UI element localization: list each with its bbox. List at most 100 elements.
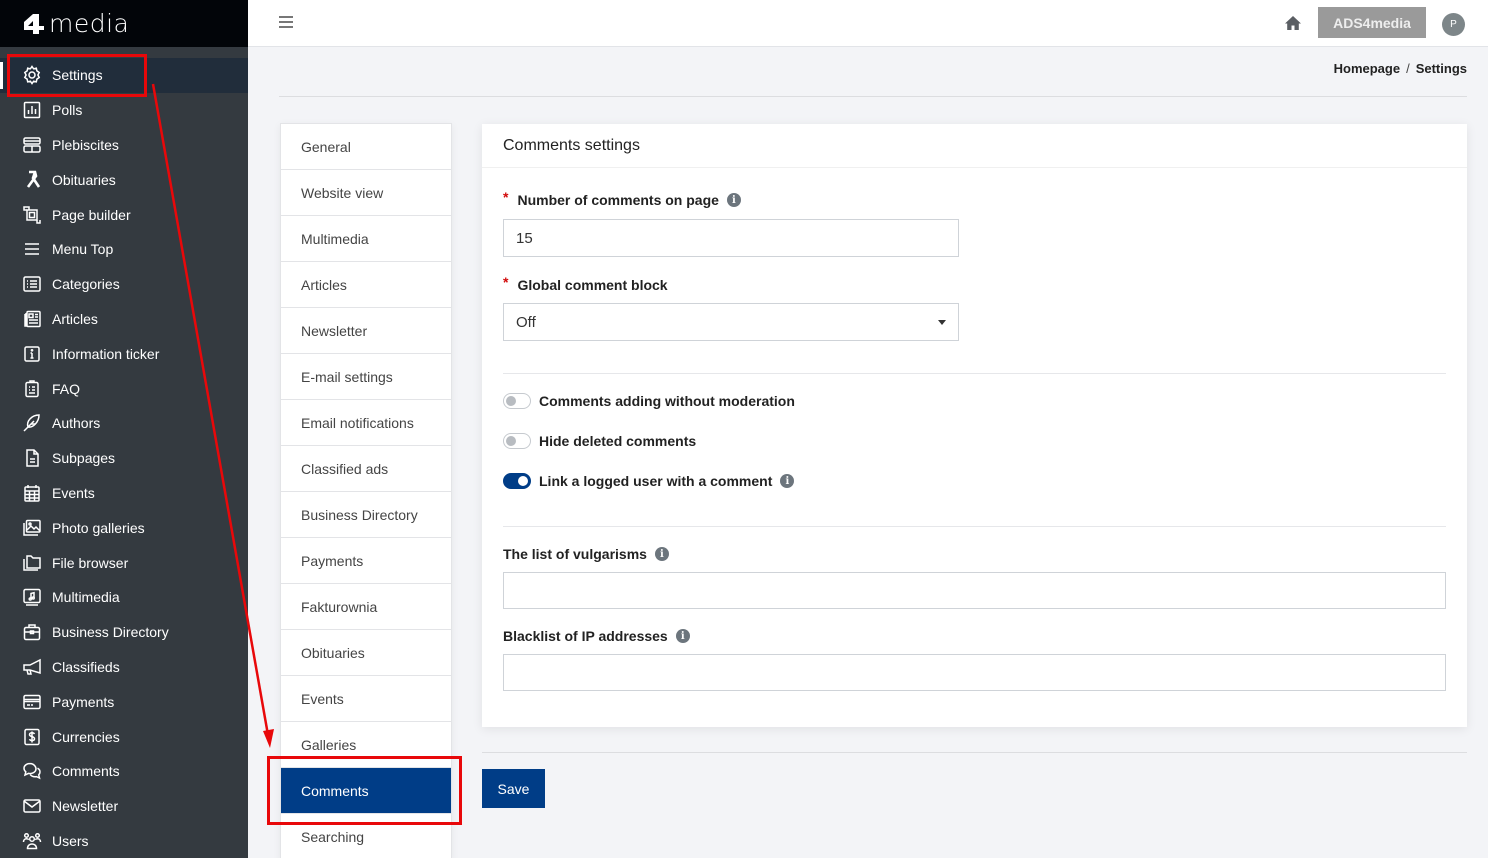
label-text: The list of vulgarisms [503,546,647,562]
sidebar-item-page-builder[interactable]: Page builder [0,197,248,232]
sidebar-item-label: File browser [52,554,129,571]
tab-multimedia[interactable]: Multimedia [281,216,451,262]
sidebar-item-label: Plebiscites [52,136,119,153]
save-button[interactable]: Save [482,769,545,808]
credit-card-icon [22,692,42,712]
info-icon[interactable]: i [780,474,795,488]
brand-button[interactable]: ADS4media [1318,7,1426,38]
folders-icon [22,553,42,573]
divider [482,752,1467,753]
poll-chart-icon [22,100,42,120]
envelope-icon [22,796,42,816]
home-icon[interactable] [1284,14,1302,32]
sidebar-item-authors[interactable]: Authors [0,406,248,441]
tab-classified-ads[interactable]: Classified ads [281,446,451,492]
vulgarisms-input[interactable] [503,572,1446,609]
hamburger-menu-icon[interactable] [279,16,293,28]
hide-deleted-toggle[interactable] [503,433,531,449]
tab-galleries[interactable]: Galleries [281,722,451,768]
ip-blacklist-label: Blacklist of IP addresses i [503,628,690,644]
gear-icon [22,65,42,86]
sidebar-item-plebiscites[interactable]: Plebiscites [0,128,248,163]
label-text: Blacklist of IP addresses [503,628,668,644]
sidebar-item-label: Newsletter [52,798,119,815]
sidebar-item-photo-galleries[interactable]: Photo galleries [0,510,248,545]
tab-newsletter[interactable]: Newsletter [281,308,451,354]
label-text: Global comment block [517,277,668,293]
sidebar-item-business-directory[interactable]: Business Directory [0,615,248,650]
info-icon[interactable]: i [726,193,741,207]
tab-business-directory[interactable]: Business Directory [281,492,451,538]
music-monitor-icon [22,587,42,607]
divider [279,96,1467,97]
page-builder-icon [22,205,42,225]
toggle-label: Link a logged user with a comment [539,473,773,489]
sidebar-item-obituaries[interactable]: Obituaries [0,162,248,197]
avatar[interactable]: P [1442,13,1465,36]
required-marker: * [503,274,509,290]
link-user-toggle[interactable] [503,473,531,489]
ip-blacklist-input[interactable] [503,654,1446,691]
divider [503,373,1446,374]
sidebar-item-label: Menu Top [52,241,114,258]
sidebar-item-faq[interactable]: FAQ [0,371,248,406]
vulgarisms-label: The list of vulgarisms i [503,546,669,562]
sidebar-item-settings[interactable]: Settings [0,58,248,93]
calendar-icon [22,483,42,503]
sidebar-item-label: Multimedia [52,589,120,606]
feather-icon [22,413,42,433]
megaphone-icon [22,657,42,677]
sidebar-item-events[interactable]: Events [0,476,248,511]
tab-articles[interactable]: Articles [281,262,451,308]
global-comment-block-select[interactable]: Off [503,303,959,341]
sidebar: media Settings Polls Plebiscites Obituar… [0,0,248,858]
briefcase-icon [22,622,42,642]
toggle-label: Hide deleted comments [539,433,697,449]
sidebar-item-newsletter[interactable]: Newsletter [0,789,248,824]
comments-settings-card: Comments settings * Number of comments o… [482,124,1467,727]
tab-email-notifications[interactable]: Email notifications [281,400,451,446]
sidebar-item-payments[interactable]: Payments [0,684,248,719]
caret-down-icon [938,320,946,325]
sidebar-item-subpages[interactable]: Subpages [0,441,248,476]
sidebar-item-polls[interactable]: Polls [0,93,248,128]
sidebar-item-articles[interactable]: Articles [0,302,248,337]
sidebar-item-currencies[interactable]: Currencies [0,719,248,754]
plebiscite-icon [22,135,42,155]
breadcrumb-homepage-link[interactable]: Homepage [1334,61,1400,76]
logo[interactable]: media [0,0,248,47]
sidebar-item-comments[interactable]: Comments [0,754,248,789]
sidebar-item-categories[interactable]: Categories [0,267,248,302]
breadcrumb: Homepage / Settings [1334,61,1467,76]
select-value: Off [516,313,536,331]
tab-website-view[interactable]: Website view [281,170,451,216]
label-text: Number of comments on page [517,192,719,208]
sidebar-item-classifieds[interactable]: Classifieds [0,650,248,685]
divider [503,526,1446,527]
sidebar-item-multimedia[interactable]: Multimedia [0,580,248,615]
info-icon[interactable]: i [654,547,669,561]
sidebar-item-file-browser[interactable]: File browser [0,545,248,580]
tab-obituaries[interactable]: Obituaries [281,630,451,676]
dollar-square-icon [22,727,42,747]
file-icon [22,448,42,468]
comments-per-page-input[interactable]: 15 [503,219,959,257]
tab-email-settings[interactable]: E-mail settings [281,354,451,400]
tab-searching[interactable]: Searching [281,814,451,858]
tab-fakturownia[interactable]: Fakturownia [281,584,451,630]
tab-general[interactable]: General [281,124,451,170]
sidebar-nav: Settings Polls Plebiscites Obituaries Pa… [0,47,248,858]
sidebar-item-users[interactable]: Users [0,824,248,858]
sidebar-item-label: Obituaries [52,171,116,188]
sidebar-item-label: Payments [52,693,115,710]
global-comment-block-label: * Global comment block [503,274,668,293]
tab-comments[interactable]: Comments [281,768,451,814]
sidebar-item-menu-top[interactable]: Menu Top [0,232,248,267]
moderation-toggle[interactable] [503,393,531,409]
sidebar-item-label: Articles [52,310,98,327]
logo-4-icon [24,13,44,34]
sidebar-item-information-ticker[interactable]: Information ticker [0,336,248,371]
info-icon[interactable]: i [675,629,690,643]
tab-events[interactable]: Events [281,676,451,722]
tab-payments[interactable]: Payments [281,538,451,584]
